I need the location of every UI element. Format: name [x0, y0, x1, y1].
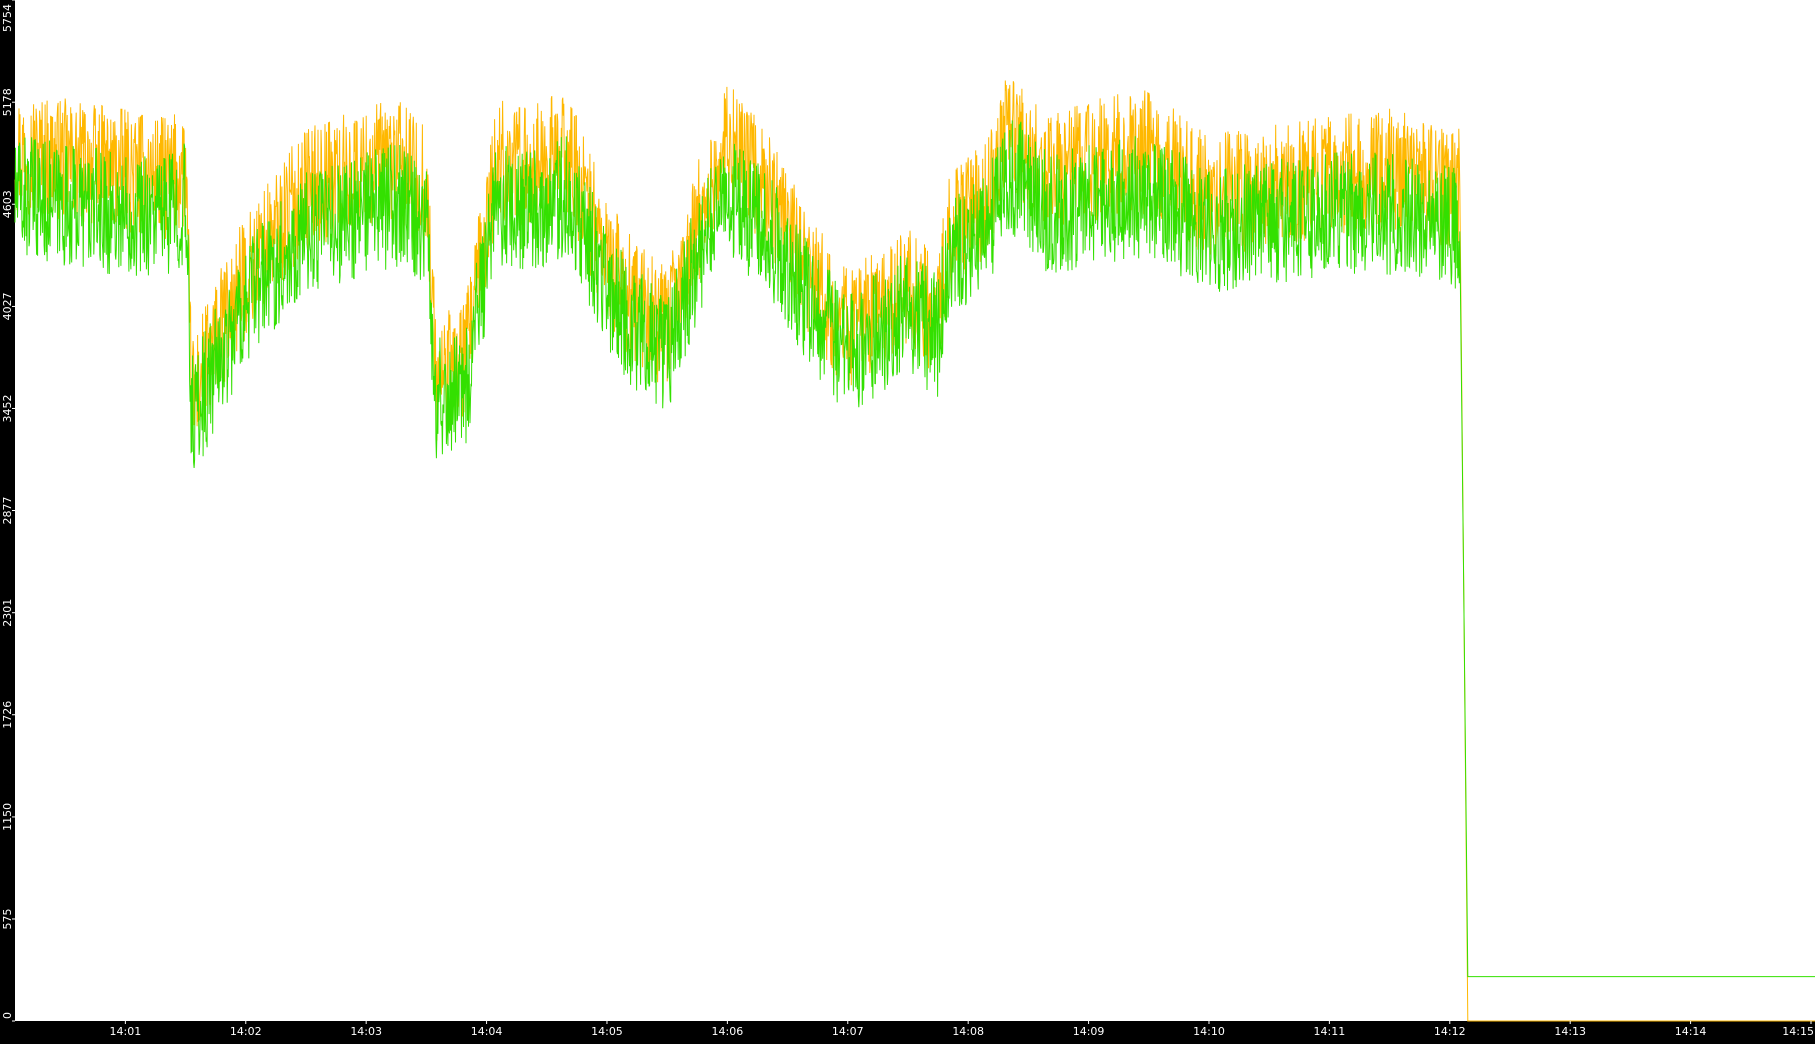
x-tick-label: 14:10 [1193, 1025, 1225, 1038]
x-tick-label: 14:07 [832, 1025, 864, 1038]
x-tick-label: 14:05 [591, 1025, 623, 1038]
chart-svg: 0 575 1150 1726 2301 2877 3452 4027 4603 5178 5754… [0, 0, 1815, 1039]
x-tick-label: 14:14 [1675, 1025, 1707, 1038]
y-tick-label: 2301 [1, 599, 14, 627]
x-tick-label: 14:09 [1073, 1025, 1105, 1038]
y-tick-label: 3452 [1, 395, 14, 423]
x-tick-label: 14:01 [110, 1025, 142, 1038]
plot-area [15, 0, 1815, 1021]
y-tick-label: 575 [1, 909, 14, 930]
x-tick-label: 14:11 [1314, 1025, 1346, 1038]
x-tick-label: 14:15 [1782, 1025, 1814, 1038]
x-tick-label: 14:13 [1554, 1025, 1586, 1038]
x-tick-label: 14:03 [350, 1025, 382, 1038]
x-tick-label: 14:12 [1434, 1025, 1466, 1038]
chart: 0 575 1150 1726 2301 2877 3452 4027 4603 5178 5754… [0, 0, 1815, 1039]
y-tick-label: 4027 [1, 292, 14, 320]
y-tick-label: 2877 [1, 497, 14, 525]
y-tick-label: 5754 [1, 4, 14, 32]
y-tick-label: 0 [1, 1012, 14, 1019]
y-tick-label: 1150 [1, 803, 14, 831]
x-tick-label: 14:04 [471, 1025, 503, 1038]
y-tick-label: 5178 [1, 88, 14, 116]
y-tick-label: 4603 [1, 190, 14, 218]
x-tick-label: 14:08 [952, 1025, 984, 1038]
y-tick-label: 1726 [1, 701, 14, 729]
x-tick-label: 14:02 [230, 1025, 262, 1038]
x-tick-label: 14:06 [712, 1025, 744, 1038]
